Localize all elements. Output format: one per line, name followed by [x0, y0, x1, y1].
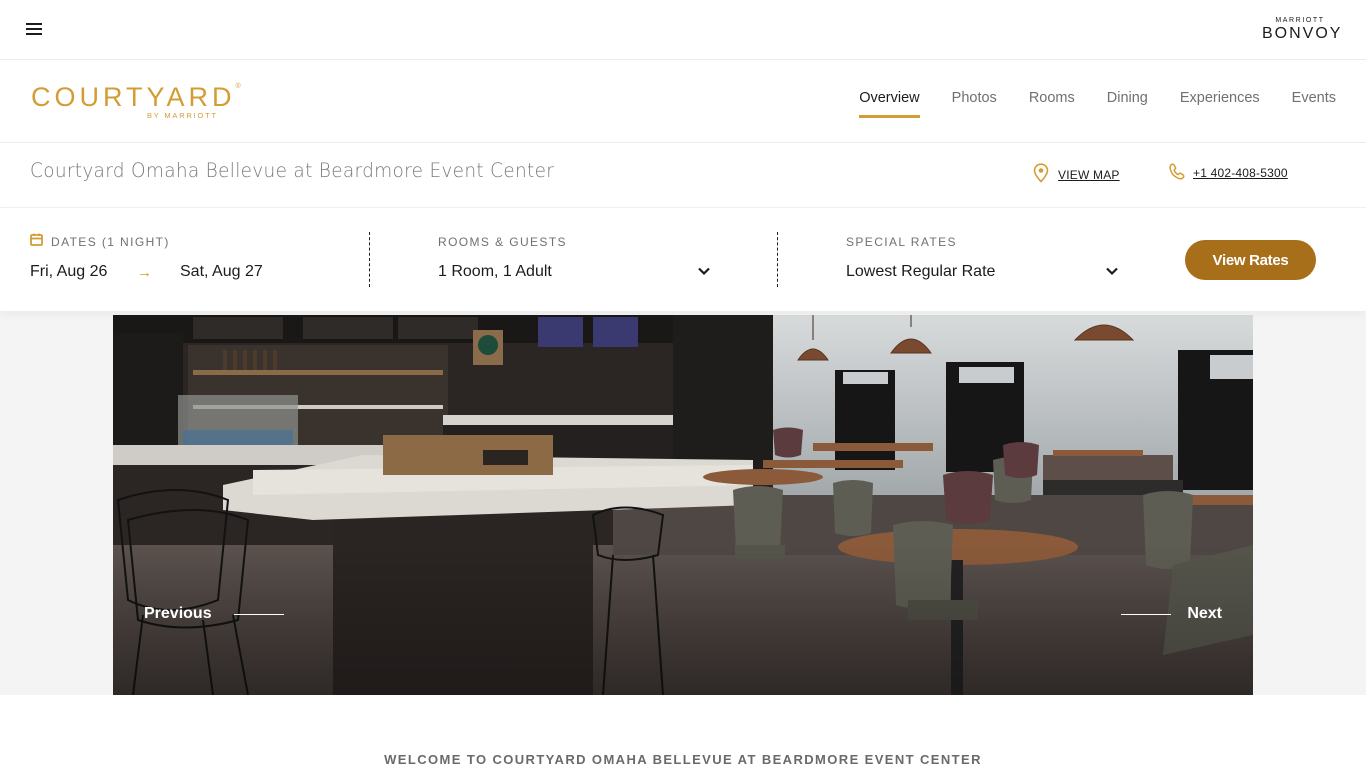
- previous-label: Previous: [144, 605, 212, 622]
- special-rates-value: Lowest Regular Rate: [846, 263, 996, 280]
- top-utility-bar: MARRIOTT BONVOY: [0, 0, 1366, 60]
- phone-link[interactable]: +1 402-408-5300: [1169, 163, 1288, 180]
- field-divider: [369, 232, 370, 287]
- brand-name: COURTYARD: [31, 82, 236, 112]
- hotel-info-row: Courtyard Omaha Bellevue at Beardmore Ev…: [0, 144, 1366, 206]
- previous-line-icon: [233, 613, 284, 615]
- welcome-heading: WELCOME TO COURTYARD OMAHA BELLEVUE AT B…: [384, 752, 982, 767]
- marriott-bonvoy-logo[interactable]: MARRIOTT BONVOY: [1262, 17, 1343, 43]
- hero-carousel: Previous Next: [113, 315, 1253, 695]
- special-rates-dropdown[interactable]: SPECIAL RATES Lowest Regular Rate: [846, 208, 1126, 312]
- bonvoy-logo-big: BONVOY: [1262, 25, 1343, 42]
- rooms-guests-value: 1 Room, 1 Adult: [438, 263, 552, 280]
- next-label: Next: [1187, 605, 1222, 622]
- check-in-date[interactable]: Fri, Aug 26: [30, 263, 107, 281]
- special-rates-label: SPECIAL RATES: [846, 235, 957, 249]
- field-divider: [777, 232, 778, 287]
- courtyard-logo[interactable]: COURTYARD® BY MARRIOTT: [31, 82, 241, 120]
- rooms-guests-label: ROOMS & GUESTS: [438, 235, 567, 249]
- rooms-guests-dropdown[interactable]: ROOMS & GUESTS 1 Room, 1 Adult: [438, 208, 718, 312]
- hotel-name: Courtyard Omaha Bellevue at Beardmore Ev…: [30, 159, 555, 182]
- phone-number[interactable]: +1 402-408-5300: [1193, 166, 1288, 180]
- tab-overview[interactable]: Overview: [859, 90, 921, 118]
- view-rates-button[interactable]: View Rates: [1185, 240, 1316, 280]
- bonvoy-logo-small: MARRIOTT: [1275, 17, 1325, 24]
- tab-rooms[interactable]: Rooms: [1029, 90, 1075, 116]
- tab-photos[interactable]: Photos: [952, 90, 997, 116]
- dates-label: DATES (1 NIGHT): [51, 235, 170, 249]
- hamburger-menu-icon[interactable]: [26, 23, 42, 36]
- carousel-previous-button[interactable]: Previous: [144, 605, 284, 623]
- tab-events[interactable]: Events: [1292, 90, 1336, 116]
- hotel-nav-bar: COURTYARD® BY MARRIOTT Overview Photos R…: [0, 61, 1366, 143]
- calendar-icon: [30, 233, 43, 246]
- map-pin-icon: [1033, 163, 1049, 183]
- view-map-label[interactable]: VIEW MAP: [1058, 168, 1120, 182]
- phone-icon: [1169, 163, 1185, 180]
- date-arrow-icon: →: [137, 264, 152, 281]
- hero-photo: [113, 315, 1253, 695]
- registered-mark: ®: [235, 83, 241, 90]
- chevron-down-icon: [1106, 267, 1118, 276]
- booking-search-bar: DATES (1 NIGHT) Fri, Aug 26 → Sat, Aug 2…: [0, 207, 1366, 311]
- chevron-down-icon: [698, 267, 710, 276]
- carousel-next-button[interactable]: Next: [1121, 605, 1222, 623]
- check-out-date[interactable]: Sat, Aug 27: [180, 263, 263, 281]
- dates-field[interactable]: DATES (1 NIGHT) Fri, Aug 26 → Sat, Aug 2…: [30, 208, 370, 312]
- tab-dining[interactable]: Dining: [1107, 90, 1148, 116]
- tab-experiences[interactable]: Experiences: [1180, 90, 1260, 116]
- brand-by-marriott: BY MARRIOTT: [147, 111, 218, 120]
- hotel-tabs: Overview Photos Rooms Dining Experiences…: [827, 90, 1336, 118]
- next-line-icon: [1121, 613, 1172, 615]
- view-map-link[interactable]: VIEW MAP: [1033, 163, 1120, 183]
